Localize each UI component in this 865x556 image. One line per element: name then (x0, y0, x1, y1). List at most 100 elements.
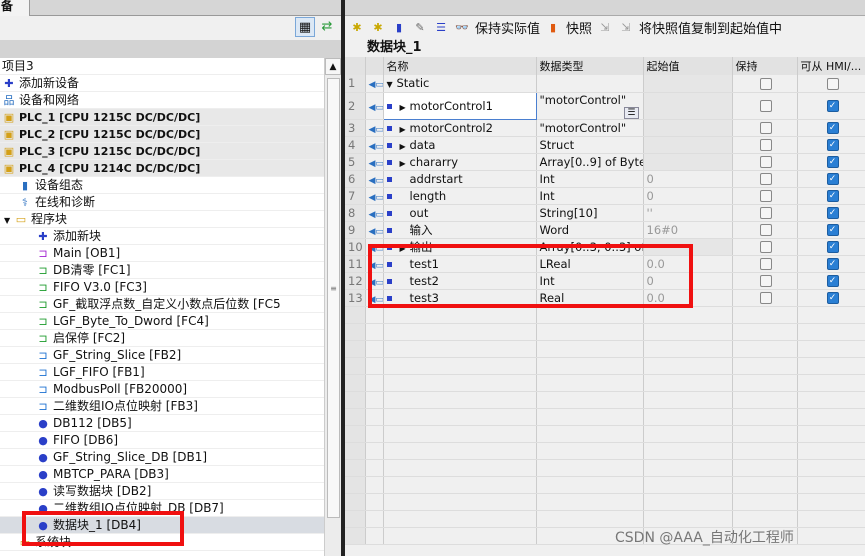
expand-arrow-icon[interactable]: ▶ (400, 159, 410, 168)
retain-cell[interactable] (732, 170, 798, 188)
refresh-view-icon[interactable]: ⇄ (317, 17, 337, 37)
name-cell[interactable]: 输入 (383, 221, 537, 239)
type-cell[interactable] (536, 75, 644, 93)
name-cell[interactable]: ▶ chararry (383, 153, 537, 171)
expand-icon[interactable]: ▮ (391, 21, 407, 34)
retain-cell[interactable] (732, 153, 798, 171)
tree-item[interactable]: ⊐ 启保停 [FC2] (0, 330, 324, 347)
expand-arrow-icon[interactable]: ▶ (400, 103, 410, 112)
retain-checkbox[interactable] (760, 139, 772, 151)
tree-scrollbar[interactable]: ▲ ≡ (324, 58, 341, 556)
name-cell[interactable]: ▼ Static (383, 75, 537, 93)
tree-item[interactable]: ▣ PLC_1 [CPU 1215C DC/DC/DC] (0, 109, 324, 126)
hmi-checkbox[interactable]: ✓ (826, 122, 839, 134)
retain-checkbox[interactable] (760, 241, 772, 253)
collapse-arrow-icon[interactable]: ▼ (387, 80, 397, 89)
start-value-cell[interactable]: 16#0 (643, 221, 733, 239)
hmi-cell[interactable]: ✓ (797, 187, 865, 205)
hmi-cell[interactable]: ✓ (797, 170, 865, 188)
tree-item[interactable]: ⊐ Main [OB1] (0, 245, 324, 262)
hmi-checkbox[interactable]: ✓ (826, 173, 839, 185)
insert-row-icon[interactable]: ✱ (349, 21, 365, 34)
retain-cell[interactable] (732, 238, 798, 256)
retain-checkbox[interactable] (760, 258, 772, 270)
tree-item[interactable]: ✚ 添加新设备 (0, 75, 324, 92)
col-retain[interactable]: 保持 (732, 57, 798, 75)
retain-cell[interactable] (732, 272, 798, 290)
col-start[interactable]: 起始值 (643, 57, 733, 75)
retain-cell[interactable] (732, 204, 798, 222)
name-cell[interactable]: length (383, 187, 537, 205)
retain-checkbox[interactable] (760, 173, 772, 185)
table-row[interactable]: 9 ◀▭ 输入 Word 16#0 ✓ (345, 221, 865, 239)
tree-item[interactable]: ⊐ GF_截取浮点数_自定义小数点后位数 [FC5 (0, 296, 324, 313)
type-cell[interactable]: "motorControl" ☰ (536, 92, 644, 120)
keep-actual-button[interactable]: 保持实际值 (475, 18, 540, 37)
name-cell[interactable]: addrstart (383, 170, 537, 188)
tree-item[interactable]: ⊐ ModbusPoll [FB20000] (0, 381, 324, 398)
retain-cell[interactable] (732, 75, 798, 93)
retain-cell[interactable] (732, 221, 798, 239)
tree-item[interactable]: ✚ 添加新块 (0, 228, 324, 245)
tree-item[interactable]: ⊐ LGF_FIFO [FB1] (0, 364, 324, 381)
hmi-checkbox[interactable]: ✓ (826, 224, 839, 236)
tree-item[interactable]: ● GF_String_Slice_DB [DB1] (0, 449, 324, 466)
retain-cell[interactable] (732, 255, 798, 273)
hmi-cell[interactable]: ✓ (797, 136, 865, 154)
retain-checkbox[interactable] (760, 100, 772, 112)
snapshot-db-icon[interactable]: ▮ (545, 21, 561, 34)
retain-cell[interactable] (732, 136, 798, 154)
hmi-checkbox[interactable]: ✓ (826, 100, 839, 112)
overview-view-icon[interactable]: ▦ (295, 17, 315, 37)
type-cell[interactable]: Word (536, 221, 644, 239)
tree-item[interactable]: ● 读写数据块 [DB2] (0, 483, 324, 500)
tree-item[interactable]: ▼ ▭ 程序块 (0, 211, 324, 228)
retain-cell[interactable] (732, 92, 798, 120)
start-value-cell[interactable] (643, 92, 733, 120)
tab-devices[interactable]: 备 (0, 0, 30, 17)
edit-icon[interactable]: ✎ (412, 21, 428, 34)
retain-checkbox[interactable] (760, 224, 772, 236)
hmi-checkbox[interactable]: ✓ (826, 241, 839, 253)
type-cell[interactable]: Array[0..9] of Byte (536, 153, 644, 171)
tree-item[interactable]: ⚕ 在线和诊断 (0, 194, 324, 211)
name-cell[interactable]: ▶ motorControl1 (382, 91, 537, 120)
type-cell[interactable]: Struct (536, 136, 644, 154)
type-cell[interactable]: "motorControl" (536, 119, 644, 137)
hmi-checkbox[interactable]: ✓ (826, 275, 839, 287)
retain-checkbox[interactable] (760, 122, 772, 134)
tree-item[interactable]: ▣ PLC_2 [CPU 1215C DC/DC/DC] (0, 126, 324, 143)
table-row[interactable]: 6 ◀▭ addrstart Int 0 ✓ (345, 170, 865, 188)
hmi-checkbox[interactable] (826, 77, 839, 90)
name-cell[interactable]: ▶ motorControl2 (383, 119, 537, 137)
hmi-checkbox[interactable]: ✓ (826, 292, 839, 304)
hmi-checkbox[interactable]: ✓ (826, 139, 839, 151)
tree-item[interactable]: 项目3 (0, 58, 324, 75)
tree-item[interactable]: ⊐ DB清零 [FC1] (0, 262, 324, 279)
load-snapshot-icon[interactable]: ⇲ (618, 21, 634, 34)
name-cell[interactable]: out (383, 204, 537, 222)
tree-item[interactable]: ● DB112 [DB5] (0, 415, 324, 432)
snapshot-button[interactable]: 快照 (566, 18, 592, 37)
start-value-cell[interactable]: 0 (643, 187, 733, 205)
hmi-checkbox[interactable]: ✓ (826, 207, 839, 219)
retain-checkbox[interactable] (760, 190, 772, 202)
retain-checkbox[interactable] (760, 156, 772, 168)
retain-checkbox[interactable] (760, 292, 772, 304)
monitor-icon[interactable]: 👓 (454, 21, 470, 34)
col-hmi[interactable]: 可从 HMI/... (797, 57, 865, 75)
hmi-cell[interactable]: ✓ (797, 92, 865, 120)
tree-item[interactable]: ▣ PLC_3 [CPU 1215C DC/DC/DC] (0, 143, 324, 160)
hmi-cell[interactable]: ✓ (797, 238, 865, 256)
expand-arrow-icon[interactable]: ▶ (400, 125, 410, 134)
table-row[interactable]: 4 ◀▭ ▶ data Struct ✓ (345, 136, 865, 154)
hmi-cell[interactable]: ✓ (797, 255, 865, 273)
hmi-checkbox[interactable]: ✓ (826, 190, 839, 202)
tree-item[interactable]: ▣ PLC_4 [CPU 1214C DC/DC/DC] (0, 160, 324, 177)
table-row[interactable]: 2 ◀▭ ▶ motorControl1 "motorControl" ☰ ✓ (345, 91, 865, 120)
copy-snapshot-icon[interactable]: ⇲ (597, 21, 613, 34)
col-name[interactable]: 名称 (383, 57, 537, 75)
retain-checkbox[interactable] (760, 275, 772, 287)
col-type[interactable]: 数据类型 (536, 57, 644, 75)
type-cell[interactable]: Int (536, 170, 644, 188)
